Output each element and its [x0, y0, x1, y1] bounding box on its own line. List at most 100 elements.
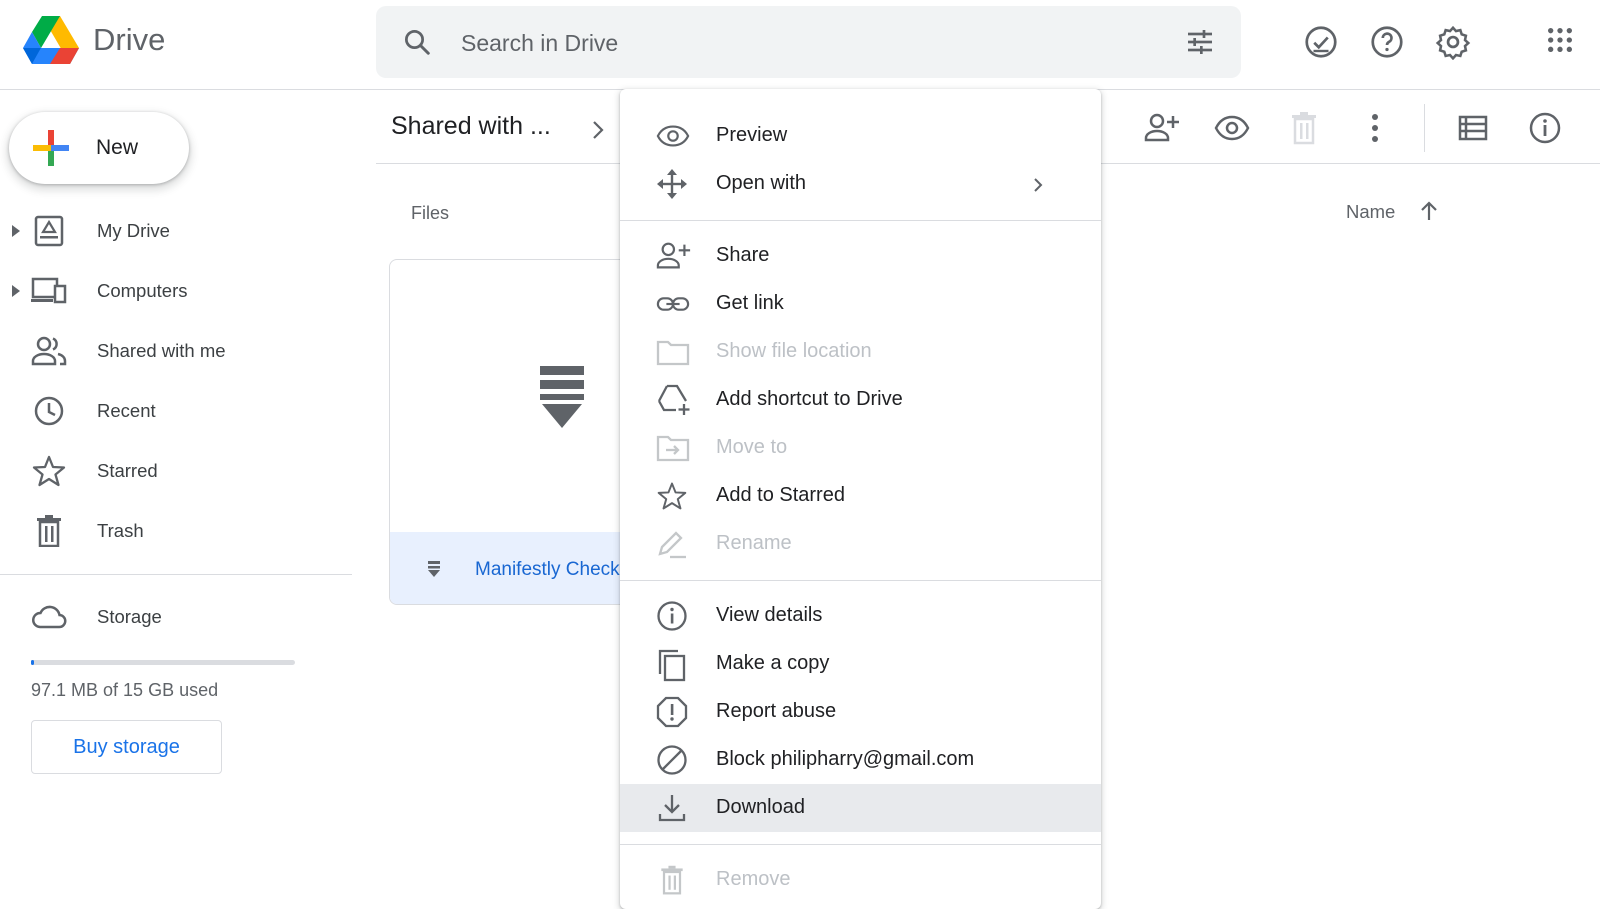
top-header: Drive Search in Drive	[0, 0, 1600, 90]
menu-item-open-with[interactable]: Open with	[620, 160, 1101, 208]
sidebar-item-trash[interactable]: Trash	[0, 506, 350, 556]
menu-item-label: Make a copy	[716, 652, 830, 674]
file-download-icon	[540, 366, 584, 428]
sidebar-divider	[0, 574, 352, 575]
block-icon	[656, 744, 688, 776]
settings-icon[interactable]	[1435, 24, 1471, 60]
more-vert-icon[interactable]	[1357, 110, 1393, 146]
trash-icon	[31, 515, 67, 547]
sidebar-item-storage[interactable]: Storage	[0, 592, 350, 642]
menu-item-rename[interactable]: Rename	[620, 520, 1101, 568]
sidebar-item-computers[interactable]: Computers	[0, 266, 350, 316]
breadcrumb[interactable]: Shared with ...	[391, 112, 551, 141]
new-button[interactable]: New	[9, 112, 189, 184]
storage-meter-fill	[31, 660, 34, 665]
menu-item-label: Add shortcut to Drive	[716, 388, 903, 410]
info-icon	[656, 600, 688, 632]
expand-caret-icon[interactable]	[11, 284, 21, 298]
copy-icon	[656, 648, 688, 682]
menu-item-label: Move to	[716, 436, 788, 458]
move-to-folder-icon	[656, 432, 690, 464]
menu-item-block-user[interactable]: Block philipharry@gmail.com	[620, 736, 1101, 784]
cloud-icon	[31, 601, 67, 633]
info-icon[interactable]	[1527, 110, 1563, 146]
sidebar-item-recent[interactable]: Recent	[0, 386, 350, 436]
report-icon	[656, 696, 688, 728]
new-button-label: New	[96, 136, 139, 159]
menu-item-make-a-copy[interactable]: Make a copy	[620, 640, 1101, 688]
buy-storage-button[interactable]: Buy storage	[31, 720, 222, 774]
menu-item-get-link[interactable]: Get link	[620, 280, 1101, 328]
menu-item-remove[interactable]: Remove	[620, 856, 1101, 904]
menu-item-label: Report abuse	[716, 700, 837, 722]
menu-item-add-shortcut[interactable]: Add shortcut to Drive	[620, 376, 1101, 424]
trash-icon[interactable]	[1286, 110, 1322, 146]
toolbar-divider	[1424, 104, 1425, 152]
menu-item-label: Rename	[716, 532, 792, 554]
sidebar-item-my-drive[interactable]: My Drive	[0, 206, 350, 256]
chevron-right-icon	[1032, 176, 1044, 194]
add-shortcut-icon	[656, 384, 690, 416]
open-with-icon	[656, 168, 688, 200]
arrow-up-icon[interactable]	[1418, 199, 1440, 223]
computers-icon	[31, 275, 67, 307]
menu-item-add-to-starred[interactable]: Add to Starred	[620, 472, 1101, 520]
list-view-icon[interactable]	[1455, 110, 1491, 146]
help-icon[interactable]	[1369, 24, 1405, 60]
menu-item-view-details[interactable]: View details	[620, 592, 1101, 640]
clock-icon	[31, 395, 67, 427]
search-input[interactable]: Search in Drive	[461, 30, 618, 57]
search-icon[interactable]	[402, 27, 432, 57]
ready-for-offline-icon[interactable]	[1303, 24, 1339, 60]
menu-item-label: Share	[716, 244, 770, 266]
eye-icon	[656, 120, 690, 152]
sidebar-item-label: Trash	[97, 520, 144, 541]
menu-item-label: Block philipharry@gmail.com	[716, 748, 975, 770]
menu-item-show-file-location[interactable]: Show file location	[620, 328, 1101, 376]
storage-meter	[31, 660, 295, 665]
menu-divider	[620, 580, 1101, 581]
download-icon	[656, 792, 688, 824]
preview-eye-icon[interactable]	[1214, 110, 1250, 146]
storage-label: Storage	[97, 606, 162, 627]
link-icon	[656, 288, 690, 320]
shared-with-me-icon	[31, 335, 67, 367]
sort-by-name-button[interactable]: Name	[1346, 201, 1395, 223]
menu-item-move-to[interactable]: Move to	[620, 424, 1101, 472]
menu-item-share[interactable]: Share	[620, 232, 1101, 280]
section-label-files: Files	[411, 203, 450, 223]
search-bar[interactable]: Search in Drive	[376, 6, 1241, 78]
context-menu: Preview Open with Share Get link Show fi…	[620, 89, 1101, 909]
my-drive-icon	[31, 215, 67, 247]
star-icon	[31, 455, 67, 487]
menu-item-preview[interactable]: Preview	[620, 112, 1101, 160]
menu-item-label: Get link	[716, 292, 784, 314]
menu-item-download[interactable]: Download	[620, 784, 1101, 832]
chevron-right-icon	[588, 118, 608, 142]
sidebar-item-label: Shared with me	[97, 340, 226, 361]
menu-item-report-abuse[interactable]: Report abuse	[620, 688, 1101, 736]
menu-item-label: Remove	[716, 868, 791, 890]
file-name[interactable]: Manifestly Check	[475, 559, 620, 581]
menu-item-label: Preview	[716, 124, 788, 146]
brand-title[interactable]: Drive	[93, 22, 165, 58]
sidebar-item-label: Recent	[97, 400, 156, 421]
sidebar-item-label: My Drive	[97, 220, 170, 241]
sidebar-item-label: Starred	[97, 460, 158, 481]
tune-icon[interactable]	[1184, 26, 1216, 58]
apps-grid-icon[interactable]	[1544, 24, 1580, 60]
folder-icon	[656, 336, 690, 368]
sidebar-item-shared-with-me[interactable]: Shared with me	[0, 326, 350, 376]
expand-caret-icon[interactable]	[11, 224, 21, 238]
sidebar-item-label: Computers	[97, 280, 188, 301]
menu-item-label: Open with	[716, 172, 807, 194]
drive-logo-icon[interactable]	[22, 14, 80, 66]
menu-item-label: Download	[716, 796, 805, 818]
sidebar-item-starred[interactable]: Starred	[0, 446, 350, 496]
menu-item-label: Show file location	[716, 340, 872, 362]
menu-item-label: View details	[716, 604, 823, 626]
pencil-icon	[656, 528, 688, 560]
star-icon	[656, 480, 688, 512]
storage-usage-text: 97.1 MB of 15 GB used	[31, 680, 219, 700]
add-person-icon[interactable]	[1143, 110, 1179, 146]
